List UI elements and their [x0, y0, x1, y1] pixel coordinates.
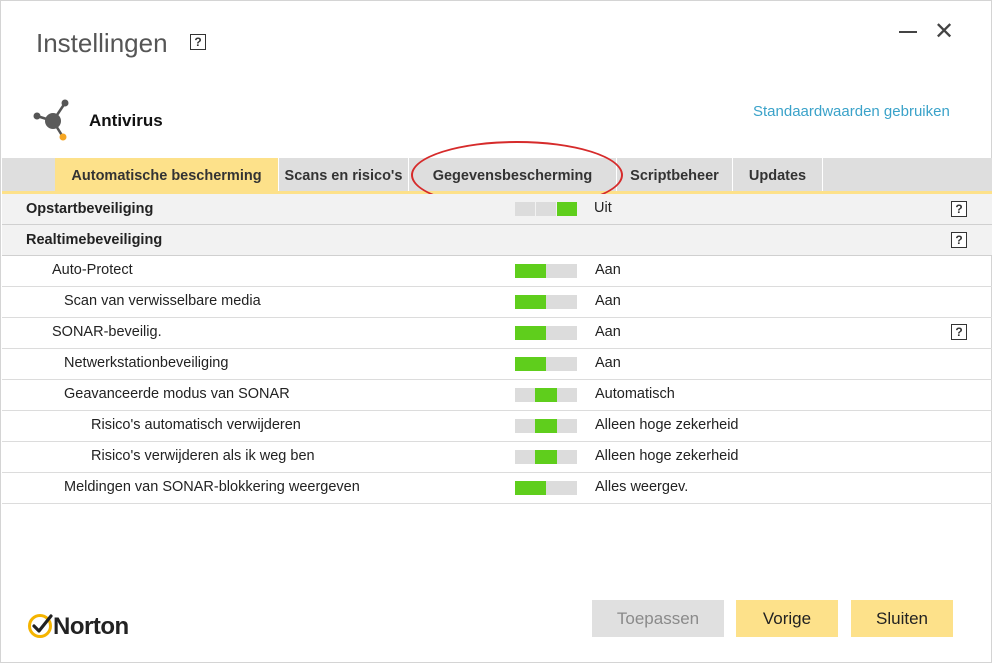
toggle-indicator — [515, 295, 546, 309]
toggle-indicator — [535, 450, 557, 464]
toggle-value: Aan — [595, 324, 621, 340]
setting-row-sonar-notifications: Meldingen van SONAR-blokkering weergeven… — [2, 473, 992, 504]
setting-label: SONAR-beveilig. — [52, 324, 162, 340]
help-icon[interactable]: ? — [190, 34, 206, 50]
setting-row-auto-remove: Risico's automatisch verwijderen Alleen … — [2, 411, 992, 442]
section-label: Opstartbeveiliging — [26, 201, 154, 217]
toggle-value: Aan — [595, 293, 621, 309]
toggle-value: Alleen hoge zekerheid — [595, 448, 739, 464]
toggle-indicator — [515, 326, 546, 340]
tab-bar: Automatische bescherming Scans en risico… — [2, 158, 992, 194]
toggle-indicator — [515, 264, 546, 278]
toggle-indicator — [515, 481, 546, 495]
settings-window: Instellingen ? ✕ Antivirus Standaardwaar… — [0, 0, 992, 663]
toggle-value: Aan — [595, 262, 621, 278]
sonar-notifications-toggle[interactable] — [515, 481, 577, 495]
help-icon[interactable]: ? — [951, 324, 967, 340]
setting-label: Auto-Protect — [52, 262, 133, 278]
setting-label: Geavanceerde modus van SONAR — [64, 386, 290, 402]
setting-row-removable-media: Scan van verwisselbare media Aan — [2, 287, 992, 318]
apply-button[interactable]: Toepassen — [592, 600, 724, 637]
toggle-indicator — [515, 357, 546, 371]
setting-label: Scan van verwisselbare media — [64, 293, 261, 309]
window-title: Instellingen — [36, 28, 168, 58]
help-icon[interactable]: ? — [951, 201, 967, 217]
close-button[interactable]: Sluiten — [851, 600, 953, 637]
toggle-value: Alleen hoge zekerheid — [595, 417, 739, 433]
setting-row-sonar-advanced: Geavanceerde modus van SONAR Automatisch — [2, 380, 992, 411]
network-drive-toggle[interactable] — [515, 357, 577, 371]
close-window-button[interactable]: ✕ — [931, 19, 957, 45]
toggle-indicator — [535, 388, 557, 402]
auto-protect-toggle[interactable] — [515, 264, 577, 278]
toggle-indicator — [535, 419, 557, 433]
sonar-toggle[interactable] — [515, 326, 577, 340]
tab-automatische-bescherming[interactable]: Automatische bescherming — [55, 158, 279, 191]
section-realtimebeveiliging: Realtimebeveiliging ? — [2, 225, 992, 256]
setting-label: Netwerkstationbeveiliging — [64, 355, 229, 371]
tab-gegevensbescherming[interactable]: Gegevensbescherming — [409, 158, 617, 191]
minimize-button[interactable] — [895, 19, 921, 45]
norton-logo-text: Norton — [53, 613, 129, 640]
back-button[interactable]: Vorige — [736, 600, 838, 637]
tab-scans-en-risicos[interactable]: Scans en risico's — [279, 158, 409, 191]
removable-media-toggle[interactable] — [515, 295, 577, 309]
help-icon[interactable]: ? — [951, 232, 967, 248]
toggle-divider — [535, 202, 536, 216]
toggle-divider — [556, 202, 557, 216]
toggle-indicator — [557, 202, 577, 216]
section-label: Realtimebeveiliging — [26, 232, 163, 248]
setting-label: Meldingen van SONAR-blokkering weergeven — [64, 479, 360, 495]
setting-row-sonar: SONAR-beveilig. Aan ? — [2, 318, 992, 349]
tab-updates[interactable]: Updates — [733, 158, 823, 191]
minimize-icon — [899, 31, 917, 33]
tab-scriptbeheer[interactable]: Scriptbeheer — [617, 158, 733, 191]
antivirus-icon — [33, 99, 69, 141]
toggle-value: Alles weergev. — [595, 479, 689, 495]
auto-remove-toggle[interactable] — [515, 419, 577, 433]
setting-row-auto-protect: Auto-Protect Aan — [2, 256, 992, 287]
setting-label: Risico's verwijderen als ik weg ben — [91, 448, 315, 464]
startup-protection-toggle[interactable] — [515, 202, 577, 216]
toggle-value: Aan — [595, 355, 621, 371]
remove-away-toggle[interactable] — [515, 450, 577, 464]
use-defaults-link[interactable]: Standaardwaarden gebruiken — [753, 103, 950, 120]
setting-row-network-drive: Netwerkstationbeveiliging Aan — [2, 349, 992, 380]
toggle-value: Uit — [594, 200, 612, 216]
section-opstartbeveiliging: Opstartbeveiliging Uit ? — [2, 194, 992, 225]
sonar-advanced-toggle[interactable] — [515, 388, 577, 402]
norton-check-icon — [28, 614, 53, 638]
setting-label: Risico's automatisch verwijderen — [91, 417, 301, 433]
product-name: Antivirus — [89, 111, 163, 130]
setting-row-remove-away: Risico's verwijderen als ik weg ben Alle… — [2, 442, 992, 473]
toggle-value: Automatisch — [595, 386, 675, 402]
